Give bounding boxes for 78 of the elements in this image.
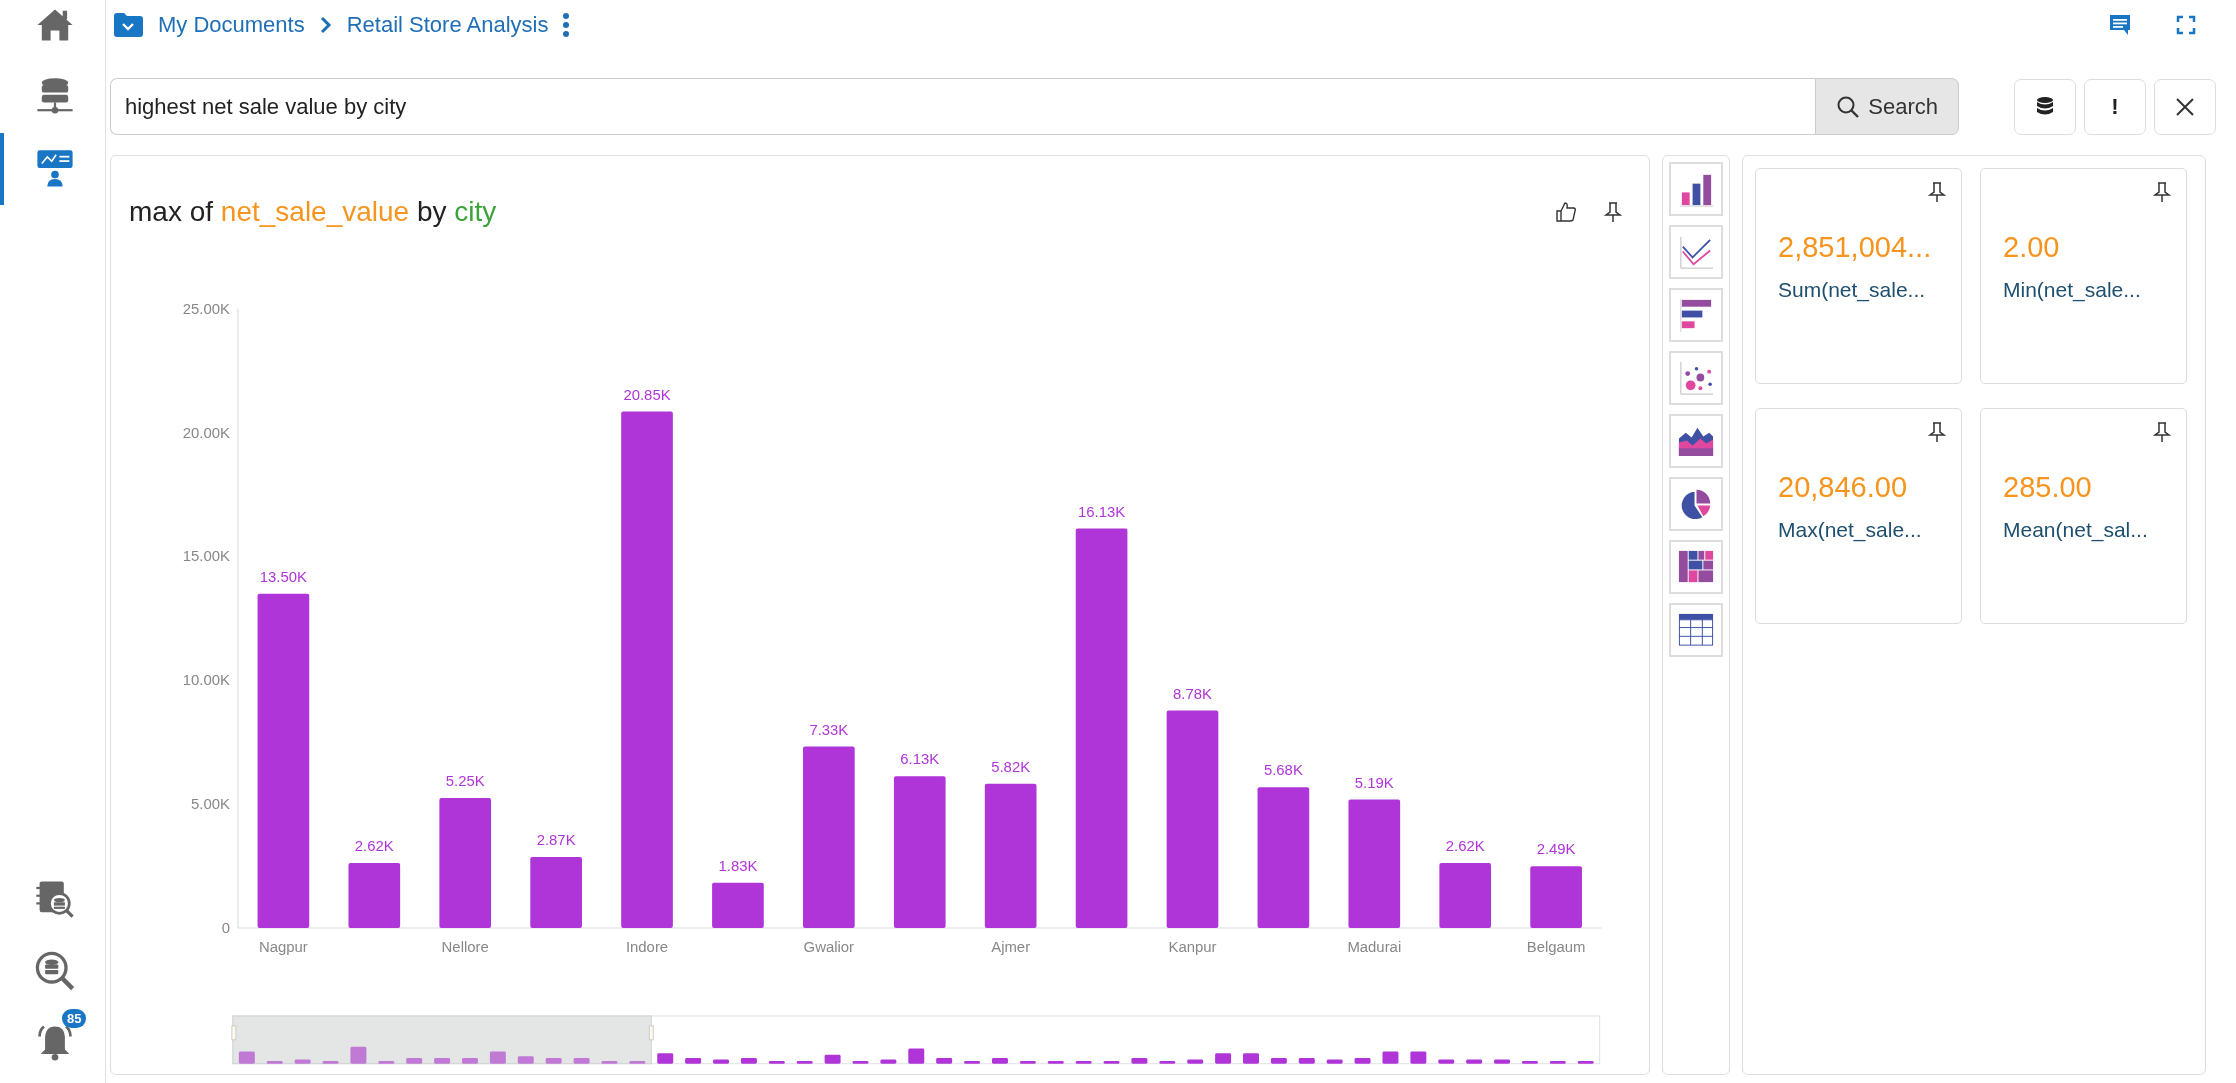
chart-type-button[interactable] xyxy=(1669,351,1723,405)
x-axis-label: Belgaum xyxy=(1526,938,1586,955)
kpi-value: 2.00 xyxy=(2003,231,2061,264)
data-label: 2.62K xyxy=(1445,837,1485,854)
chart-title: max of net_sale_value by city xyxy=(129,195,497,228)
data-label: 6.13K xyxy=(900,751,940,767)
y-axis-label: 5.00K xyxy=(191,795,230,812)
y-axis-label: 25.00K xyxy=(182,300,230,317)
data-label: 13.50K xyxy=(259,568,307,585)
pin-icon[interactable] xyxy=(2152,421,2172,443)
range-navigator[interactable] xyxy=(231,1015,1601,1065)
search-field[interactable]: highest net sale value by city xyxy=(110,78,1816,135)
pin-icon[interactable] xyxy=(1927,181,1947,203)
data-label: 5.68K xyxy=(1263,762,1303,779)
bar[interactable] xyxy=(984,783,1037,928)
pin-icon[interactable] xyxy=(1603,200,1623,223)
kpi-label: Min(net_sale... xyxy=(2003,278,2142,302)
bar[interactable] xyxy=(348,862,401,928)
data-label: 7.33K xyxy=(809,721,849,738)
thumbs-up-icon[interactable] xyxy=(1555,200,1577,223)
x-axis-label: Nellore xyxy=(441,938,489,955)
folder-icon[interactable] xyxy=(112,12,144,38)
data-label: 1.83K xyxy=(718,857,758,874)
x-axis-label: Indore xyxy=(625,938,669,955)
pin-icon[interactable] xyxy=(1927,421,1947,443)
database-button[interactable] xyxy=(2014,78,2076,135)
comment-icon[interactable] xyxy=(2108,13,2132,37)
search-button[interactable]: Search xyxy=(1815,78,1959,135)
data-label: 2.49K xyxy=(1536,841,1576,858)
chart-type-button[interactable] xyxy=(1669,603,1723,657)
kpi-label: Sum(net_sale... xyxy=(1778,278,1927,302)
data-label: 8.78K xyxy=(1173,685,1212,702)
x-axis-label: Nagpur xyxy=(258,938,308,955)
chart-type-button[interactable] xyxy=(1669,225,1723,279)
data-label: 5.19K xyxy=(1354,774,1394,791)
kpi-value: 20,846.00 xyxy=(1778,471,1908,504)
bar[interactable] xyxy=(1257,787,1310,928)
chart-type-button[interactable] xyxy=(1669,288,1723,342)
chevron-right-icon xyxy=(318,15,333,35)
bar[interactable] xyxy=(1075,528,1128,928)
x-axis-label: Madurai xyxy=(1347,938,1402,955)
chart-type-button[interactable] xyxy=(1669,540,1723,594)
kpi-label: Max(net_sale... xyxy=(1778,518,1923,542)
x-axis-label: Gwalior xyxy=(803,938,855,955)
y-axis-label: 10.00K xyxy=(182,672,230,689)
chart-type-button[interactable] xyxy=(1669,477,1723,531)
bar[interactable] xyxy=(257,593,310,928)
close-button[interactable] xyxy=(2154,78,2216,135)
x-axis-label: Ajmer xyxy=(991,938,1031,955)
pin-icon[interactable] xyxy=(2152,181,2172,203)
x-axis-label: Kanpur xyxy=(1168,938,1217,955)
y-axis-label: 20.00K xyxy=(182,424,230,441)
kpi-value: 285.00 xyxy=(2003,471,2093,504)
chart-type-button[interactable] xyxy=(1669,414,1723,468)
data-label: 20.85K xyxy=(623,386,671,403)
bar[interactable] xyxy=(1439,862,1492,928)
data-label: 2.62K xyxy=(354,837,394,854)
kebab-menu-icon[interactable] xyxy=(562,12,571,38)
sidebar-item[interactable]: 85 xyxy=(0,1007,105,1079)
bar[interactable] xyxy=(893,775,946,928)
bar[interactable] xyxy=(1166,710,1219,928)
kpi-value: 2,851,004... xyxy=(1778,231,1933,264)
notification-badge: 85 xyxy=(62,1009,87,1028)
chart-type-button[interactable] xyxy=(1669,162,1723,216)
y-axis-label: 15.00K xyxy=(182,548,230,565)
y-axis-label: 0 xyxy=(221,919,230,936)
info-button[interactable]: ! xyxy=(2084,78,2146,135)
search-icon xyxy=(1836,94,1861,119)
data-label: 2.87K xyxy=(536,831,576,848)
breadcrumb-link[interactable]: Retail Store Analysis xyxy=(346,12,549,38)
bar[interactable] xyxy=(439,797,492,928)
bar[interactable] xyxy=(712,882,764,928)
fullscreen-icon[interactable] xyxy=(2176,15,2196,35)
data-label: 5.25K xyxy=(445,772,485,789)
data-label: 16.13K xyxy=(1077,503,1126,520)
breadcrumb-link[interactable]: My Documents xyxy=(158,12,305,38)
data-label: 5.82K xyxy=(991,758,1031,775)
kpi-label: Mean(net_sal... xyxy=(2003,518,2149,542)
